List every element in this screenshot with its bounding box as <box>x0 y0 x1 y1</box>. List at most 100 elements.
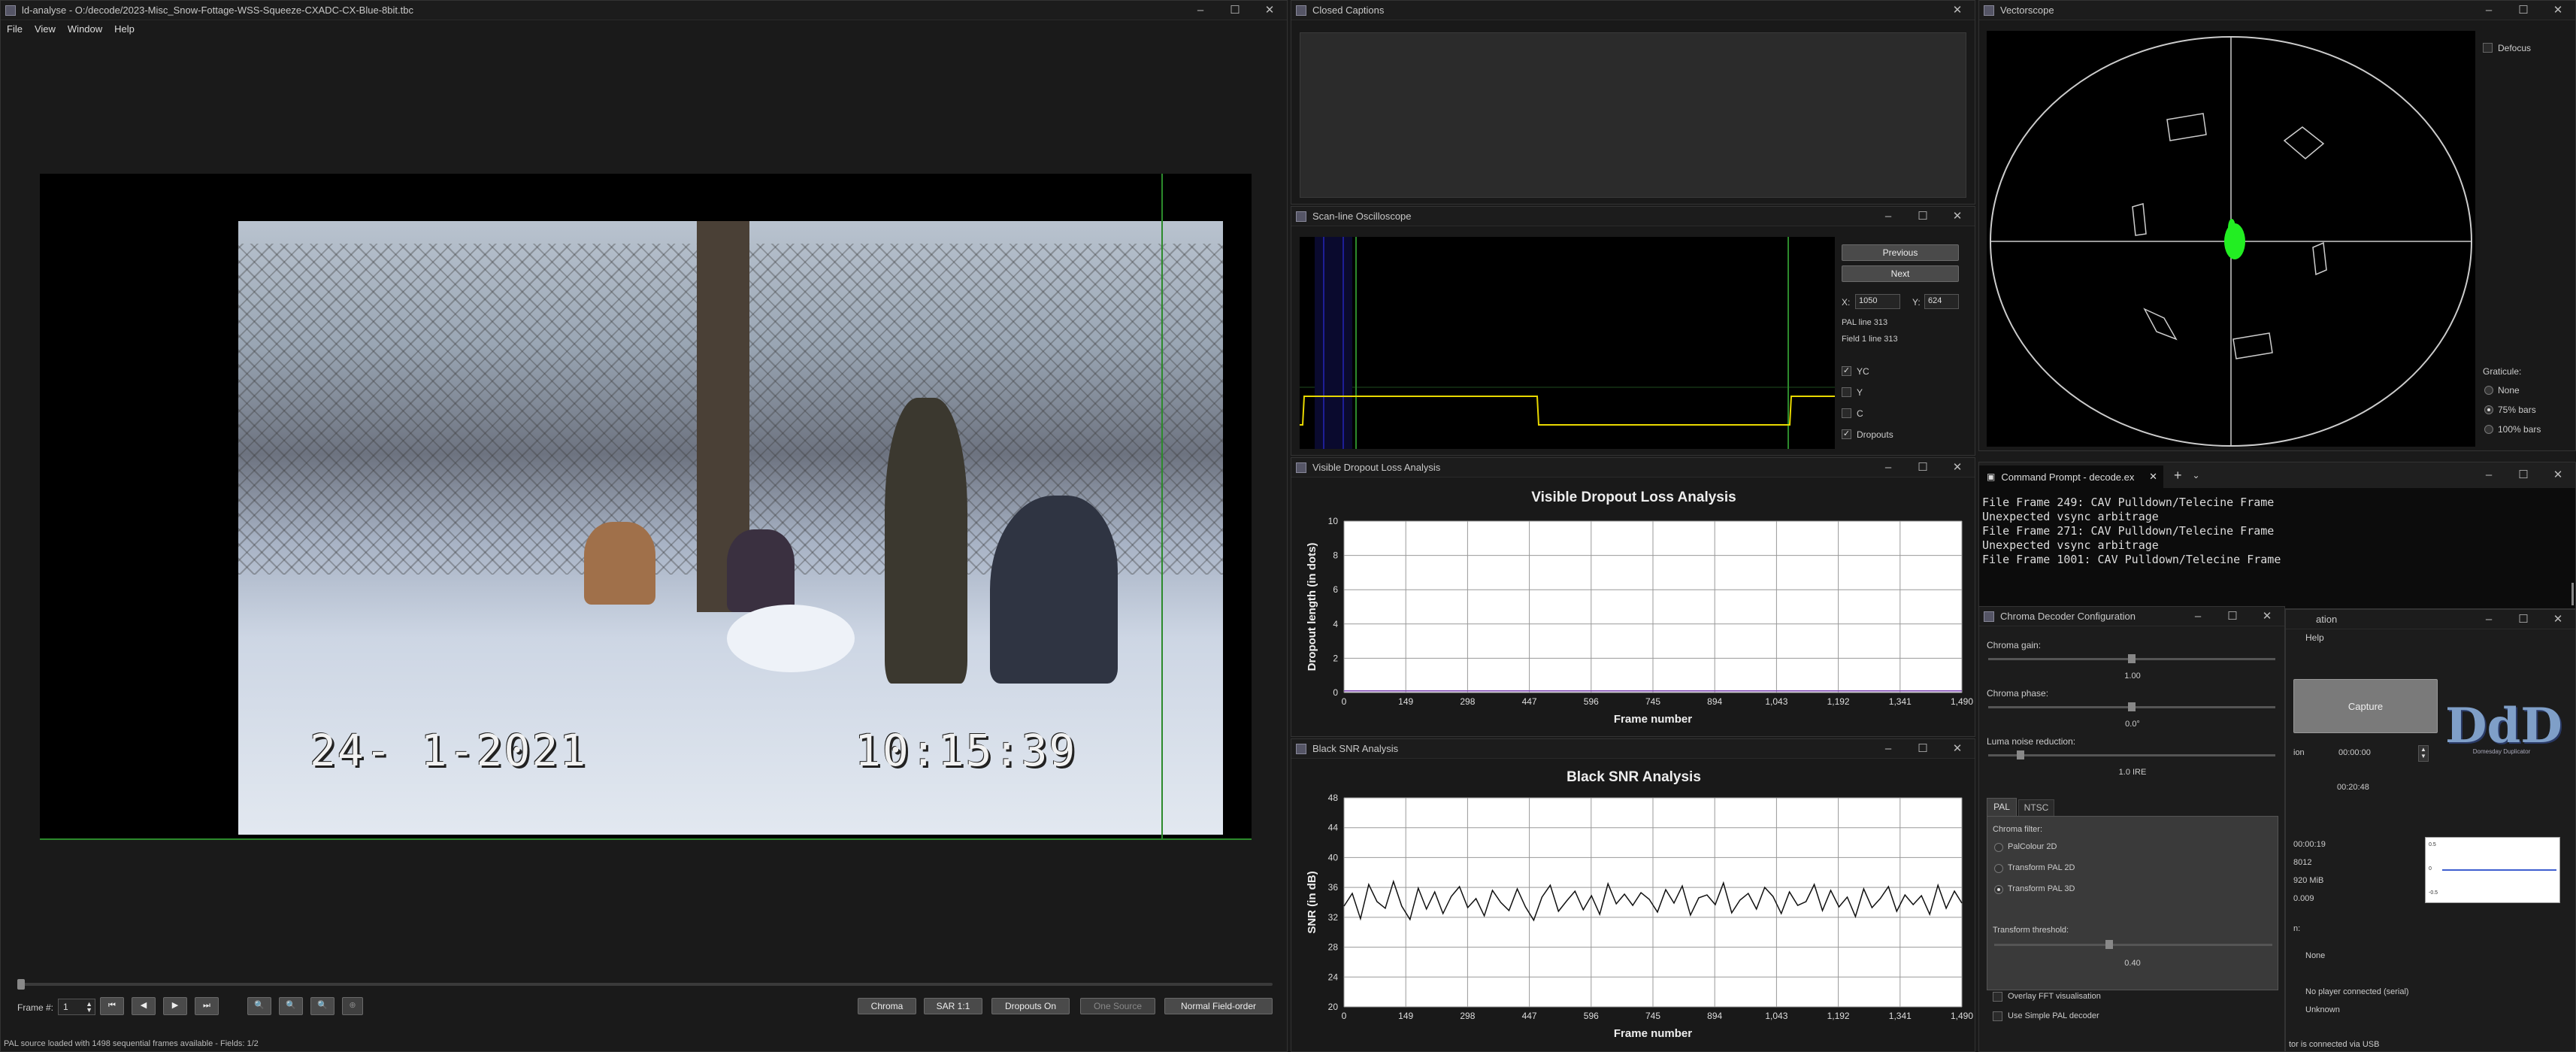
dropouts-checkbox[interactable]: ✓ <box>1842 429 1851 439</box>
menu-help[interactable]: Help <box>108 20 141 37</box>
cc-titlebar[interactable]: Closed Captions ✕ <box>1291 1 1975 20</box>
chroma-titlebar[interactable]: Chroma Decoder Configuration – ☐ ✕ <box>1979 607 2284 626</box>
minimize-icon[interactable]: – <box>1871 739 1906 758</box>
spin-icon[interactable]: ▲ ▼ <box>86 1001 92 1014</box>
frame-slider[interactable] <box>17 979 1273 990</box>
maximize-icon[interactable]: ☐ <box>1218 1 1252 20</box>
zoom-fit-button[interactable]: 🔍 <box>310 997 334 1015</box>
zoom-out-button[interactable]: 🔍 <box>279 997 303 1015</box>
chroma-gain-slider[interactable] <box>1988 654 2275 663</box>
maximize-icon[interactable]: ☐ <box>2506 1 2541 20</box>
graticule-75-radio[interactable] <box>2484 405 2493 414</box>
close-icon[interactable]: ✕ <box>1940 739 1975 758</box>
maximize-icon[interactable]: ☐ <box>2506 610 2541 629</box>
filter-transform3d-radio[interactable] <box>1994 885 2003 894</box>
terminal-scrollbar[interactable] <box>2571 583 2574 605</box>
one-source-button[interactable]: One Source <box>1080 998 1155 1014</box>
cc-text-area[interactable] <box>1300 32 1966 198</box>
threshold-slider[interactable] <box>1994 940 2272 949</box>
close-icon[interactable]: ✕ <box>1940 458 1975 477</box>
minimize-icon[interactable]: – <box>1871 458 1906 477</box>
tab-ntsc-label: NTSC <box>2024 802 2049 813</box>
y-input[interactable]: 624 <box>1924 294 1959 309</box>
last-frame-button[interactable]: ⏭ <box>195 997 219 1015</box>
dropout-chart[interactable]: 0 149 298 447 596 745 894 1,043 1,192 1,341 1,490 0… <box>1291 511 1975 736</box>
tab-pal[interactable]: PAL <box>1987 798 2017 816</box>
frame-slider-handle[interactable] <box>17 979 25 990</box>
menu-file[interactable]: File <box>1 20 29 37</box>
slider-handle[interactable] <box>2128 702 2136 711</box>
tab-ntsc[interactable]: NTSC <box>2018 799 2054 816</box>
filter-palcolour-radio[interactable] <box>1994 843 2003 852</box>
scope-next-button[interactable]: Next <box>1842 265 1959 282</box>
time-spinner[interactable]: ▲ ▼ <box>2418 745 2429 762</box>
video-frame-area[interactable]: 24- 1-2021 10:15:39 <box>40 174 1252 840</box>
graticule-100-radio[interactable] <box>2484 425 2493 434</box>
slider-handle[interactable] <box>2128 654 2136 663</box>
maximize-icon[interactable]: ☐ <box>1906 458 1940 477</box>
snr-titlebar[interactable]: Black SNR Analysis – ☐ ✕ <box>1291 739 1975 759</box>
zoom-reset-button[interactable]: ⊕ <box>342 997 363 1015</box>
chroma-button[interactable]: Chroma <box>858 998 916 1014</box>
maximize-icon[interactable]: ☐ <box>1906 739 1940 758</box>
scope-previous-button[interactable]: Previous <box>1842 244 1959 261</box>
dropouts-button[interactable]: Dropouts On <box>991 998 1070 1014</box>
menu-window[interactable]: Window <box>62 20 108 37</box>
terminal-output[interactable]: File Frame 249: CAV Pulldown/Telecine Fr… <box>1982 496 2568 567</box>
prev-frame-button[interactable]: ◀ <box>132 997 156 1015</box>
snr-chart[interactable]: 0 149 298 447 596 745 894 1,043 1,192 1,341 1,490 2… <box>1291 790 1975 1051</box>
sar-button[interactable]: SAR 1:1 <box>924 998 982 1014</box>
close-icon[interactable]: ✕ <box>1252 1 1287 20</box>
close-icon[interactable]: ✕ <box>1940 207 1975 226</box>
menu-view[interactable]: View <box>29 20 62 37</box>
luma-nr-slider[interactable] <box>1988 750 2275 759</box>
first-frame-button[interactable]: ⏮ <box>100 997 124 1015</box>
maximize-icon[interactable]: ☐ <box>2215 607 2250 626</box>
capture-menu-help[interactable]: Help <box>2305 632 2324 643</box>
close-icon[interactable]: ✕ <box>1940 1 1975 20</box>
zoom-in-button[interactable]: 🔍 <box>247 997 271 1015</box>
close-icon[interactable]: ✕ <box>2250 607 2284 626</box>
graticule-none-radio[interactable] <box>2484 386 2493 395</box>
c-checkbox[interactable] <box>1842 408 1851 418</box>
next-frame-button[interactable]: ▶ <box>163 997 187 1015</box>
y-tick-label: 28 <box>1328 942 1339 953</box>
main-titlebar[interactable]: ld-analyse - O:/decode/2023-Misc_Snow-Fo… <box>1 1 1287 20</box>
yc-checkbox[interactable]: ✓ <box>1842 366 1851 376</box>
maximize-icon[interactable]: ☐ <box>1906 207 1940 226</box>
close-icon[interactable]: ✕ <box>2541 462 2575 488</box>
tab-dropdown-icon[interactable]: ⌄ <box>2193 470 2200 481</box>
slider-handle[interactable] <box>2105 940 2113 949</box>
minimize-icon[interactable]: – <box>2181 607 2215 626</box>
defocus-checkbox[interactable] <box>2483 43 2493 53</box>
frame-number-input[interactable]: 1 ▲ ▼ <box>58 999 95 1015</box>
y-checkbox[interactable] <box>1842 387 1851 397</box>
overlay-fft-checkbox[interactable] <box>1993 992 2002 1002</box>
scope-trace[interactable] <box>1300 237 1835 449</box>
minimize-icon[interactable]: – <box>2472 610 2506 629</box>
filter-transform2d-radio[interactable] <box>1994 864 2003 873</box>
new-tab-icon[interactable]: + <box>2174 468 2182 484</box>
minimize-icon[interactable]: – <box>1183 1 1218 20</box>
scope-titlebar[interactable]: Scan-line Oscilloscope – ☐ ✕ <box>1291 207 1975 226</box>
minimize-icon[interactable]: – <box>2472 462 2506 488</box>
minimize-icon[interactable]: – <box>1871 207 1906 226</box>
x-input[interactable]: 1050 <box>1855 294 1900 309</box>
simple-pal-checkbox[interactable] <box>1993 1011 2002 1021</box>
tab-close-icon[interactable]: ✕ <box>2149 471 2157 483</box>
close-icon[interactable]: ✕ <box>2541 1 2575 20</box>
capture-button[interactable]: Capture <box>2293 679 2438 733</box>
close-icon[interactable]: ✕ <box>2541 610 2575 629</box>
terminal-tab[interactable]: ▣ Command Prompt - decode.ex ✕ <box>1979 465 2163 488</box>
vectorscope-display[interactable] <box>1987 31 2475 447</box>
chroma-phase-slider[interactable] <box>1988 702 2275 711</box>
x-value: 1050 <box>1859 296 1878 305</box>
vector-titlebar[interactable]: Vectorscope – ☐ ✕ <box>1979 1 2575 20</box>
dropout-titlebar[interactable]: Visible Dropout Loss Analysis – ☐ ✕ <box>1291 458 1975 477</box>
maximize-icon[interactable]: ☐ <box>2506 462 2541 488</box>
field-order-button[interactable]: Normal Field-order <box>1164 998 1273 1014</box>
dropout-chart-title: Visible Dropout Loss Analysis <box>1531 490 1736 505</box>
slider-handle[interactable] <box>2017 750 2024 759</box>
minimize-icon[interactable]: – <box>2472 1 2506 20</box>
capture-titlebar[interactable]: ation – ☐ ✕ <box>2286 610 2575 629</box>
